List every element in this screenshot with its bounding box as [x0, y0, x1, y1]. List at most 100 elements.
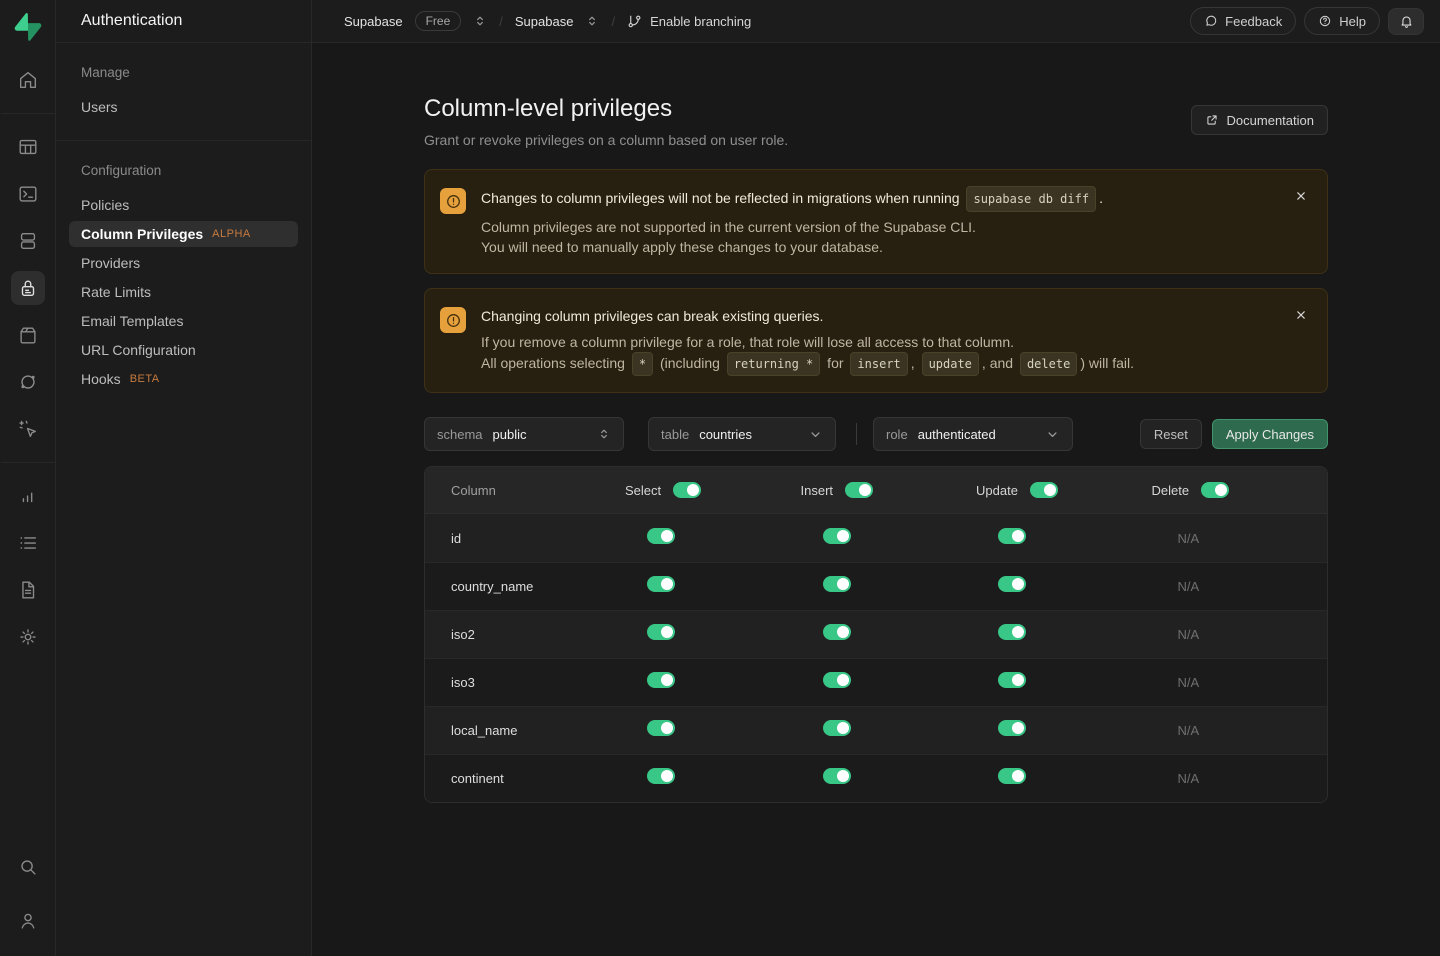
sidebar-item-providers[interactable]: Providers	[69, 250, 298, 276]
code-chip: *	[632, 352, 653, 376]
user-icon[interactable]	[11, 904, 45, 938]
code-chip: insert	[850, 352, 907, 376]
warning-icon	[440, 188, 466, 214]
api-docs-icon[interactable]	[11, 573, 45, 607]
table-body: idN/Acountry_nameN/Aiso2N/Aiso3N/Alocal_…	[425, 514, 1327, 802]
update-toggle[interactable]	[998, 768, 1026, 784]
update-toggle[interactable]	[998, 720, 1026, 736]
insert-all-toggle[interactable]	[845, 482, 873, 498]
edge-functions-icon[interactable]	[11, 365, 45, 399]
insert-cell	[801, 528, 977, 549]
select-toggle[interactable]	[647, 720, 675, 736]
help-label: Help	[1339, 14, 1366, 29]
realtime-icon[interactable]	[11, 412, 45, 446]
sidebar-divider	[56, 140, 311, 141]
rail-divider	[1, 113, 55, 114]
documentation-button[interactable]: Documentation	[1191, 105, 1328, 135]
chevrons-up-down-icon[interactable]	[473, 14, 487, 28]
breadcrumb-separator: /	[499, 14, 503, 29]
banner-content: Changes to column privileges will not be…	[481, 186, 1103, 257]
text-segment: Changing column privileges can break exi…	[481, 308, 823, 324]
insert-toggle[interactable]	[823, 528, 851, 544]
insert-toggle[interactable]	[823, 672, 851, 688]
sidebar-item-rate-limits[interactable]: Rate Limits	[69, 279, 298, 305]
page-title: Column-level privileges	[424, 95, 788, 123]
update-all-toggle[interactable]	[1030, 482, 1058, 498]
update-cell	[976, 576, 1152, 597]
delete-not-applicable: N/A	[1152, 579, 1328, 594]
apply-changes-button[interactable]: Apply Changes	[1212, 419, 1328, 449]
sidebar-item-email-templates[interactable]: Email Templates	[69, 308, 298, 334]
supabase-logo[interactable]	[14, 13, 42, 41]
text-segment: Changes to column privileges will not be…	[481, 190, 963, 206]
warning-icon	[440, 307, 466, 333]
text-segment: ,	[911, 355, 919, 371]
breadcrumb-org[interactable]: Supabase	[344, 14, 403, 29]
role-value: authenticated	[918, 427, 996, 442]
update-toggle[interactable]	[998, 528, 1026, 544]
select-toggle[interactable]	[647, 672, 675, 688]
table-editor-icon[interactable]	[11, 130, 45, 164]
banner-line: All operations selecting * (including re…	[481, 352, 1134, 376]
storage-icon[interactable]	[11, 318, 45, 352]
sidebar-item-url-configuration[interactable]: URL Configuration	[69, 337, 298, 363]
banner-title: Changes to column privileges will not be…	[481, 186, 1103, 212]
schema-select[interactable]: schema public	[424, 417, 624, 451]
select-toggle[interactable]	[647, 768, 675, 784]
close-icon[interactable]	[1287, 182, 1315, 210]
schema-label: schema	[437, 427, 483, 442]
sidebar-item-hooks[interactable]: HooksBETA	[69, 366, 298, 392]
insert-header: Insert	[801, 482, 977, 498]
select-cell	[625, 624, 801, 645]
chevron-down-icon	[1045, 427, 1060, 442]
home-icon[interactable]	[11, 63, 45, 97]
sidebar-item-label: URL Configuration	[81, 342, 196, 358]
insert-toggle[interactable]	[823, 720, 851, 736]
logs-icon[interactable]	[11, 526, 45, 560]
select-toggle[interactable]	[647, 576, 675, 592]
banner-line: If you remove a column privilege for a r…	[481, 332, 1134, 352]
role-select[interactable]: role authenticated	[873, 417, 1073, 451]
feedback-label: Feedback	[1225, 14, 1282, 29]
table-row: local_nameN/A	[425, 706, 1327, 754]
notifications-button[interactable]	[1388, 8, 1424, 35]
sidebar-item-users[interactable]: Users	[69, 94, 298, 120]
banner-content: Changing column privileges can break exi…	[481, 305, 1134, 376]
code-chip: returning *	[727, 352, 820, 376]
sidebar-item-policies[interactable]: Policies	[69, 192, 298, 218]
update-toggle[interactable]	[998, 672, 1026, 688]
section-title: Authentication	[81, 12, 182, 30]
search-icon[interactable]	[11, 850, 45, 884]
enable-branching-button[interactable]: Enable branching	[627, 14, 751, 29]
table-select[interactable]: table countries	[648, 417, 836, 451]
documentation-label: Documentation	[1227, 113, 1314, 128]
select-toggle[interactable]	[647, 528, 675, 544]
select-cell	[625, 768, 801, 789]
chevron-down-icon	[808, 427, 823, 442]
reports-icon[interactable]	[11, 479, 45, 513]
feedback-button[interactable]: Feedback	[1190, 7, 1296, 35]
text-segment: .	[1099, 190, 1103, 206]
breadcrumb-project[interactable]: Supabase	[515, 14, 574, 29]
sql-editor-icon[interactable]	[11, 177, 45, 211]
update-toggle[interactable]	[998, 576, 1026, 592]
sidebar-item-column-privileges[interactable]: Column PrivilegesALPHA	[69, 221, 298, 247]
update-toggle[interactable]	[998, 624, 1026, 640]
chevrons-up-down-icon[interactable]	[585, 14, 599, 28]
authentication-icon[interactable]	[11, 271, 45, 305]
select-toggle[interactable]	[647, 624, 675, 640]
breadcrumb-separator: /	[611, 14, 615, 29]
help-button[interactable]: Help	[1304, 7, 1380, 35]
insert-toggle[interactable]	[823, 624, 851, 640]
settings-icon[interactable]	[11, 620, 45, 654]
insert-toggle[interactable]	[823, 576, 851, 592]
database-icon[interactable]	[11, 224, 45, 258]
reset-button[interactable]: Reset	[1140, 419, 1202, 449]
break-queries-warning-banner: Changing column privileges can break exi…	[424, 288, 1328, 393]
close-icon[interactable]	[1287, 301, 1315, 329]
insert-toggle[interactable]	[823, 768, 851, 784]
select-all-toggle[interactable]	[673, 482, 701, 498]
schema-value: public	[493, 427, 527, 442]
delete-all-toggle[interactable]	[1201, 482, 1229, 498]
select-cell	[625, 528, 801, 549]
